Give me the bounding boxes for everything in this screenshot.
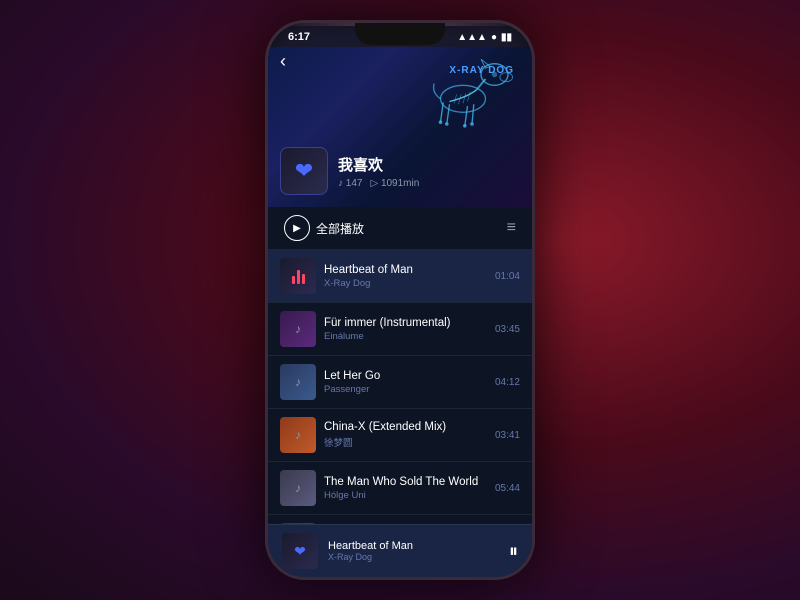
xray-label: X-RAY DOG <box>449 65 514 76</box>
song-count: ♪ 147 <box>338 178 362 189</box>
pause-button[interactable]: ⏸ <box>509 541 518 562</box>
song-artist: Passenger <box>324 384 487 395</box>
status-time: 6:17 <box>288 31 310 43</box>
play-all-button[interactable]: ▶ 全部播放 <box>284 215 364 241</box>
song-title: The Man Who Sold The World <box>324 476 487 488</box>
signal-icon: ▲▲▲ <box>457 32 487 43</box>
status-icons: ▲▲▲ ● ▮▮ <box>457 32 512 43</box>
song-thumb: ♪ <box>280 470 316 506</box>
phone-frame: 6:17 ▲▲▲ ● ▮▮ <box>265 20 535 580</box>
song-item[interactable]: ♪ The Man Who Sold The World Hólge Uni 0… <box>268 462 532 515</box>
song-duration: 03:45 <box>495 324 520 335</box>
album-text: 我喜欢 ♪ 147 ▷ 1091min <box>338 154 419 189</box>
album-info: ❤ 我喜欢 ♪ 147 ▷ 1091min <box>280 147 419 195</box>
song-item[interactable]: ♪ ありがとう 大橋卓弥 05:03 <box>268 515 532 524</box>
song-title: Für immer (Instrumental) <box>324 317 487 329</box>
battery-icon: ▮▮ <box>501 32 512 43</box>
song-item[interactable]: Heartbeat of Man X-Ray Dog 01:04 <box>268 250 532 303</box>
np-song-title: Heartbeat of Man <box>328 540 499 552</box>
song-details: Heartbeat of Man X-Ray Dog <box>324 264 487 289</box>
album-meta: ♪ 147 ▷ 1091min <box>338 178 419 189</box>
thumb-icon: ♪ <box>295 481 301 495</box>
song-thumb: ♪ <box>280 364 316 400</box>
song-details: The Man Who Sold The World Hólge Uni <box>324 476 487 501</box>
phone-content: 6:17 ▲▲▲ ● ▮▮ <box>268 23 532 577</box>
song-details: Für immer (Instrumental) Einálume <box>324 317 487 342</box>
thumb-icon: ♪ <box>295 428 301 442</box>
song-list: Heartbeat of Man X-Ray Dog 01:04 ♪ Für i… <box>268 250 532 524</box>
sort-icon[interactable]: ≡ <box>507 219 516 237</box>
song-details: China-X (Extended Mix) 徐梦圆 <box>324 421 487 449</box>
song-artist: Hólge Uni <box>324 490 487 501</box>
song-thumb: ♪ <box>280 417 316 453</box>
album-art: ❤ <box>280 147 328 195</box>
song-duration: 03:41 <box>495 430 520 441</box>
song-artist: X-Ray Dog <box>324 278 487 289</box>
notch <box>355 23 445 45</box>
song-thumb <box>280 258 316 294</box>
controls-bar: ▶ 全部播放 ≡ <box>268 207 532 250</box>
song-details: Let Her Go Passenger <box>324 370 487 395</box>
song-artist: Einálume <box>324 331 487 342</box>
song-item[interactable]: ♪ Für immer (Instrumental) Einálume 03:4… <box>268 303 532 356</box>
album-header: ‹ X-RAY DOG ❤ 我喜欢 ♪ 147 ▷ 1091min <box>268 47 532 207</box>
song-title: Let Her Go <box>324 370 487 382</box>
song-item[interactable]: ♪ China-X (Extended Mix) 徐梦圆 03:41 <box>268 409 532 462</box>
song-duration: 04:12 <box>495 377 520 388</box>
duration: ▷ 1091min <box>370 178 419 189</box>
playing-indicator <box>292 268 305 284</box>
song-duration: 01:04 <box>495 271 520 282</box>
bar3 <box>302 274 305 284</box>
wifi-icon: ● <box>491 32 497 43</box>
song-title: Heartbeat of Man <box>324 264 487 276</box>
bar1 <box>292 276 295 284</box>
np-song-artist: X-Ray Dog <box>328 552 499 562</box>
song-title: China-X (Extended Mix) <box>324 421 487 433</box>
thumb-icon: ♪ <box>295 322 301 336</box>
now-playing-title: Heartbeat of Man X-Ray Dog <box>328 540 499 562</box>
bar2 <box>297 270 300 284</box>
play-circle-icon: ▶ <box>284 215 310 241</box>
back-button[interactable]: ‹ <box>280 51 286 72</box>
song-item[interactable]: ♪ Let Her Go Passenger 04:12 <box>268 356 532 409</box>
song-thumb: ♪ <box>280 311 316 347</box>
song-artist: 徐梦圆 <box>324 435 487 449</box>
play-all-label: 全部播放 <box>316 220 364 237</box>
song-duration: 05:44 <box>495 483 520 494</box>
now-playing-bar: ❤ Heartbeat of Man X-Ray Dog ⏸ <box>268 524 532 577</box>
thumb-icon: ♪ <box>295 375 301 389</box>
now-playing-thumb: ❤ <box>282 533 318 569</box>
album-title: 我喜欢 <box>338 154 419 175</box>
